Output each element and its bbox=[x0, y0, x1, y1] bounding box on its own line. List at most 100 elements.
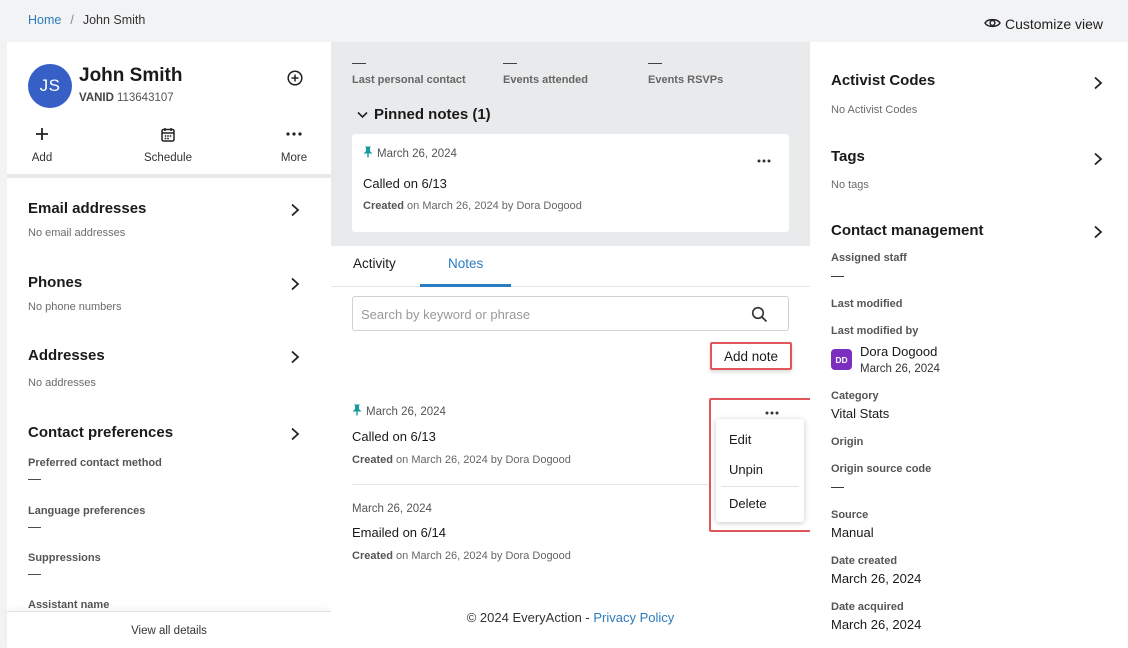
top-bar: Home / John Smith Customize view bbox=[0, 0, 1128, 42]
pin-icon bbox=[363, 146, 373, 161]
menu-item-edit[interactable]: Edit bbox=[729, 432, 751, 447]
stat-value: — bbox=[648, 54, 662, 70]
breadcrumb-current: John Smith bbox=[82, 13, 146, 27]
email-empty-text: No email addresses bbox=[28, 227, 126, 239]
created-detail: on March 26, 2024 by Dora Dogood bbox=[392, 454, 571, 466]
addresses-empty-text: No addresses bbox=[28, 377, 96, 389]
created-label: Created bbox=[352, 454, 393, 466]
more-action-label: More bbox=[280, 152, 308, 164]
quick-actions: Add Schedule More bbox=[7, 122, 331, 174]
last-modified-label: Last modified bbox=[831, 298, 903, 310]
privacy-policy-link[interactable]: Privacy Policy bbox=[593, 610, 674, 625]
modifier-date: March 26, 2024 bbox=[860, 363, 940, 375]
menu-divider bbox=[721, 486, 799, 487]
date-acquired-value: March 26, 2024 bbox=[831, 617, 922, 632]
email-section-title: Email addresses bbox=[28, 200, 147, 217]
assistant-name-label: Assistant name bbox=[28, 599, 110, 611]
note-date-text: March 26, 2024 bbox=[366, 405, 446, 418]
source-label: Source bbox=[831, 509, 869, 521]
assigned-staff-label: Assigned staff bbox=[831, 252, 907, 264]
category-value: Vital Stats bbox=[831, 406, 890, 421]
view-all-details-button[interactable]: View all details bbox=[7, 611, 331, 648]
pinned-note-more-icon[interactable] bbox=[757, 150, 771, 166]
phones-section: Phones No phone numbers bbox=[28, 274, 308, 313]
activist-codes-chevron-right-icon[interactable] bbox=[1093, 76, 1103, 90]
schedule-action-label: Schedule bbox=[144, 152, 192, 164]
activist-codes-title: Activist Codes bbox=[831, 72, 936, 89]
notes-area: Activity Notes Search by keyword or phra… bbox=[331, 246, 812, 648]
date-acquired-label: Date acquired bbox=[831, 601, 904, 613]
contact-summary-panel: JS John Smith VANID 113643107 Add Schedul… bbox=[7, 42, 331, 648]
language-preferences-value: — bbox=[28, 519, 41, 534]
add-circle-icon[interactable] bbox=[287, 70, 303, 86]
calendar-icon bbox=[133, 122, 203, 146]
last-modified-by-label: Last modified by bbox=[831, 325, 919, 337]
source-value: Manual bbox=[831, 525, 874, 540]
addresses-chevron-right-icon[interactable] bbox=[290, 350, 300, 364]
add-action-button[interactable]: Add bbox=[7, 122, 77, 164]
addresses-section-title: Addresses bbox=[28, 347, 105, 364]
contact-preferences-title: Contact preferences bbox=[28, 424, 174, 441]
breadcrumb-home-link[interactable]: Home bbox=[28, 13, 61, 27]
eye-icon bbox=[984, 16, 1001, 32]
pinned-note-card: March 26, 2024 Called on 6/13 Created on… bbox=[352, 134, 789, 232]
chevron-down-icon bbox=[357, 106, 368, 123]
menu-item-delete[interactable]: Delete bbox=[729, 496, 767, 511]
tab-notes[interactable]: Notes bbox=[448, 256, 483, 271]
note-more-icon[interactable] bbox=[765, 402, 779, 418]
summary-area: — Last personal contact — Events attende… bbox=[331, 42, 810, 246]
menu-item-unpin[interactable]: Unpin bbox=[729, 462, 763, 477]
stat-label: Events RSVPs bbox=[648, 74, 724, 86]
details-panel: Activist Codes No Activist Codes Tags No… bbox=[810, 42, 1128, 648]
contact-management-chevron-right-icon[interactable] bbox=[1093, 225, 1103, 239]
customize-view-button[interactable]: Customize view bbox=[984, 16, 1103, 32]
search-input[interactable]: Search by keyword or phrase bbox=[352, 296, 789, 331]
language-preferences-label: Language preferences bbox=[28, 505, 146, 517]
vanid-label: VANID bbox=[79, 92, 114, 104]
created-label: Created bbox=[352, 550, 393, 562]
preferred-contact-method-label: Preferred contact method bbox=[28, 457, 162, 469]
add-action-label: Add bbox=[31, 152, 53, 164]
search-icon[interactable] bbox=[751, 306, 768, 323]
more-horizontal-icon bbox=[259, 122, 329, 146]
category-label: Category bbox=[831, 390, 879, 402]
origin-source-code-label: Origin source code bbox=[831, 463, 932, 475]
preferred-contact-method-field: Preferred contact method — bbox=[28, 457, 308, 486]
email-section: Email addresses No email addresses bbox=[28, 200, 308, 239]
phones-chevron-right-icon[interactable] bbox=[290, 277, 300, 291]
phones-empty-text: No phone numbers bbox=[28, 301, 122, 313]
email-chevron-right-icon[interactable] bbox=[290, 203, 300, 217]
created-label: Created bbox=[363, 200, 404, 212]
language-preferences-field: Language preferences — bbox=[28, 505, 308, 534]
pinned-note-date-text: March 26, 2024 bbox=[377, 147, 457, 160]
addresses-section: Addresses No addresses bbox=[28, 347, 308, 389]
schedule-action-button[interactable]: Schedule bbox=[133, 122, 203, 164]
active-tab-indicator bbox=[420, 284, 511, 287]
pinned-notes-toggle[interactable]: Pinned notes (1) bbox=[357, 106, 491, 123]
contact-preferences-chevron-right-icon[interactable] bbox=[290, 427, 300, 441]
note-meta: Created on March 26, 2024 by Dora Dogood bbox=[352, 550, 782, 562]
tags-title: Tags bbox=[831, 148, 865, 165]
origin-source-code-value: — bbox=[831, 479, 844, 494]
contact-management-title: Contact management bbox=[831, 222, 984, 239]
customize-view-label: Customize view bbox=[1004, 16, 1103, 32]
tags-chevron-right-icon[interactable] bbox=[1093, 152, 1103, 166]
assistant-name-field: Assistant name bbox=[28, 599, 308, 611]
avatar: JS bbox=[28, 64, 72, 108]
tags-empty-text: No tags bbox=[831, 179, 869, 191]
stat-last-personal-contact: — Last personal contact bbox=[352, 54, 466, 86]
pinned-note-text: Called on 6/13 bbox=[363, 176, 447, 191]
pinned-notes-title: Pinned notes (1) bbox=[374, 106, 491, 123]
contact-preferences-section: Contact preferences bbox=[28, 424, 308, 441]
stat-events-rsvps: — Events RSVPs bbox=[648, 54, 723, 86]
more-action-button[interactable]: More bbox=[259, 122, 329, 164]
tab-activity[interactable]: Activity bbox=[353, 256, 396, 271]
divider bbox=[7, 174, 331, 178]
suppressions-label: Suppressions bbox=[28, 552, 101, 564]
modifier-avatar: DD bbox=[831, 349, 852, 370]
footer: © 2024 EveryAction - Privacy Policy bbox=[331, 610, 810, 625]
date-created-value: March 26, 2024 bbox=[831, 571, 922, 586]
plus-icon bbox=[7, 122, 77, 146]
suppressions-field: Suppressions — bbox=[28, 552, 308, 581]
add-note-button[interactable]: Add note bbox=[710, 342, 792, 370]
